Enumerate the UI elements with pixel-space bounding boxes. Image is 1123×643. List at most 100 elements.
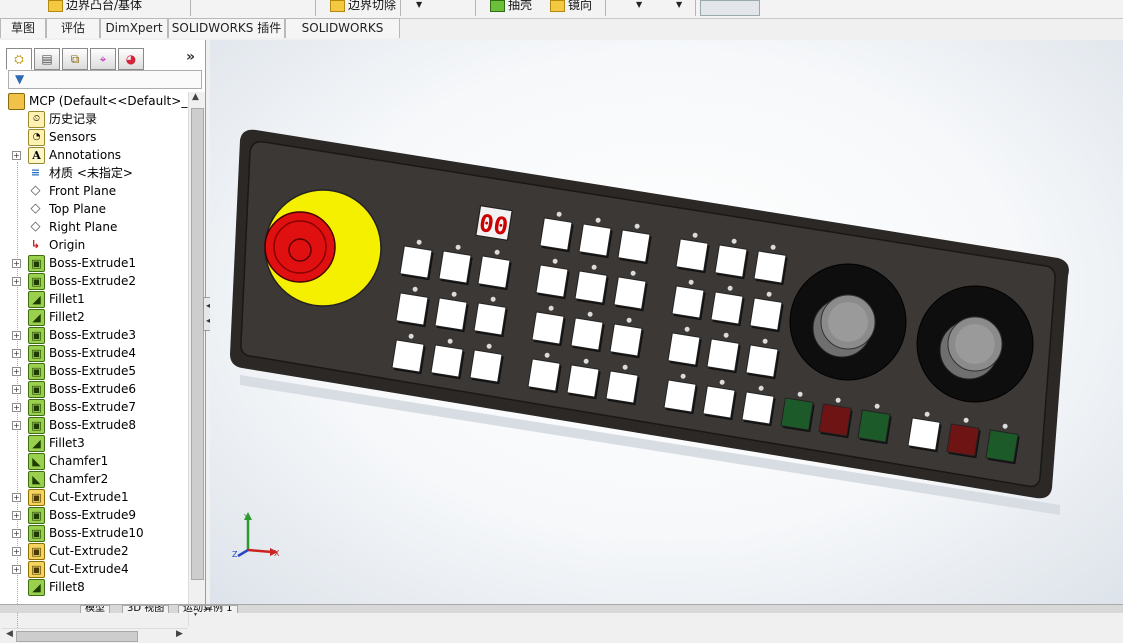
expand-toggle-icon[interactable]: +: [12, 349, 21, 358]
button-cap: [430, 344, 464, 378]
tree-item[interactable]: + ▣ Cut-Extrude4: [0, 560, 188, 578]
property-manager-tab[interactable]: ▤: [34, 48, 60, 70]
tree-item[interactable]: ◇ Front Plane: [0, 182, 188, 200]
tree-item[interactable]: + ▣ Boss-Extrude9: [0, 506, 188, 524]
ribbon-dropdown-arrow[interactable]: ▼: [636, 0, 642, 9]
display-manager-tab[interactable]: ◕: [118, 48, 144, 70]
tree-item[interactable]: + ▣ Boss-Extrude4: [0, 344, 188, 362]
tree-item-label: Cut-Extrude2: [49, 544, 129, 558]
tree-item[interactable]: + ▣ Boss-Extrude6: [0, 380, 188, 398]
tree-item[interactable]: + ▣ Boss-Extrude7: [0, 398, 188, 416]
tree-item[interactable]: ◔ Sensors: [0, 128, 188, 146]
configuration-manager-tab[interactable]: ⧉: [62, 48, 88, 70]
tree-item[interactable]: ◣ Chamfer2: [0, 470, 188, 488]
tree-filter-input[interactable]: ▼: [8, 70, 202, 89]
tree-item[interactable]: ⏲ 历史记录: [0, 110, 188, 128]
expand-toggle-icon[interactable]: +: [12, 403, 21, 412]
tree-item[interactable]: ◇ Top Plane: [0, 200, 188, 218]
tree-item[interactable]: + ▣ Boss-Extrude5: [0, 362, 188, 380]
button-cap: [570, 317, 604, 351]
tree-item[interactable]: ◢ Fillet2: [0, 308, 188, 326]
ribbon-separator: [695, 0, 696, 16]
feature-manager-tab[interactable]: ⛭: [6, 48, 32, 70]
knob-right[interactable]: [916, 285, 1034, 403]
tree-item[interactable]: ◇ Right Plane: [0, 218, 188, 236]
tree-item[interactable]: + ▣ Cut-Extrude2: [0, 542, 188, 560]
button-cap: [710, 291, 744, 325]
expand-toggle-icon[interactable]: +: [12, 331, 21, 340]
tree-item[interactable]: + ▣ Boss-Extrude3: [0, 326, 188, 344]
boss-extrude-icon: ▣: [28, 327, 45, 344]
button-cap: [702, 385, 736, 419]
expand-toggle-icon[interactable]: +: [12, 529, 21, 538]
ribbon-dropdown-arrow[interactable]: ▼: [416, 0, 422, 9]
expand-toggle-icon[interactable]: +: [12, 277, 21, 286]
tree-item-label: Boss-Extrude9: [49, 508, 136, 522]
button-cap: [473, 302, 507, 336]
scroll-thumb[interactable]: [16, 631, 138, 642]
tree-item[interactable]: ≡ 材质 <未指定>: [0, 164, 188, 182]
boss-extrude-icon: ▣: [28, 417, 45, 434]
sensor-icon: ◔: [28, 129, 45, 146]
tab-solidworks-mbd[interactable]: SOLIDWORKS MBD: [285, 18, 400, 54]
digital-display: 00: [475, 204, 513, 241]
shell-button[interactable]: 抽壳: [490, 0, 532, 14]
mirror-button[interactable]: 镜向: [550, 0, 592, 14]
tree-item-label: Fillet8: [49, 580, 85, 594]
annotation-icon: A: [28, 147, 45, 164]
scroll-up-icon[interactable]: ▲: [192, 92, 199, 102]
button-cap: [753, 250, 787, 284]
ribbon-toolbar: 边界凸台/基体 边界切除 ▼ 抽壳 镜向 ▼ ▼: [0, 0, 1123, 19]
model-viewport[interactable]: 00 Y X Z: [210, 40, 1123, 604]
configuration-manager-icon: ⧉: [70, 52, 80, 66]
tree-root-item[interactable]: MCP (Default<<Default>_D: [0, 92, 188, 110]
scroll-thumb[interactable]: [191, 108, 204, 580]
ribbon-dropdown-arrow[interactable]: ▼: [676, 0, 682, 9]
tree-item-label: Boss-Extrude7: [49, 400, 136, 414]
tree-item-label: 材质 <未指定>: [49, 166, 133, 180]
tree-item[interactable]: + ▣ Boss-Extrude2: [0, 272, 188, 290]
button-cap: [818, 403, 852, 437]
tree-item[interactable]: + A Annotations: [0, 146, 188, 164]
dimxpert-manager-tab[interactable]: ⌖: [90, 48, 116, 70]
tree-vertical-scrollbar[interactable]: ▲ ▼: [188, 92, 205, 626]
ribbon-command-box[interactable]: [700, 0, 760, 16]
tree-item[interactable]: ◢ Fillet3: [0, 434, 188, 452]
tree-item[interactable]: + ▣ Boss-Extrude1: [0, 254, 188, 272]
tab-sketch[interactable]: 草图: [0, 18, 46, 38]
more-tabs-button[interactable]: »: [186, 49, 195, 65]
cut-extrude-icon: ▣: [28, 543, 45, 560]
tree-item-label: Right Plane: [49, 220, 118, 234]
tab-evaluate[interactable]: 评估: [46, 18, 100, 38]
expand-toggle-icon[interactable]: +: [12, 547, 21, 556]
tree-item[interactable]: + ▣ Cut-Extrude1: [0, 488, 188, 506]
scroll-left-icon[interactable]: ◀: [6, 629, 13, 639]
expand-toggle-icon[interactable]: +: [12, 511, 21, 520]
expand-toggle-icon[interactable]: +: [12, 493, 21, 502]
button-cap: [671, 285, 705, 319]
tree-item[interactable]: ◢ Fillet1: [0, 290, 188, 308]
tree-item[interactable]: ◢ Fillet8: [0, 578, 188, 596]
expand-toggle-icon[interactable]: +: [12, 565, 21, 574]
expand-toggle-icon[interactable]: +: [12, 421, 21, 430]
tree-item[interactable]: ↳ Origin: [0, 236, 188, 254]
tab-dimxpert[interactable]: DimXpert: [100, 18, 168, 38]
expand-toggle-icon[interactable]: +: [12, 385, 21, 394]
knob-left[interactable]: [789, 263, 907, 381]
boundary-boss-button[interactable]: 边界凸台/基体: [48, 0, 142, 14]
expand-toggle-icon[interactable]: +: [12, 151, 21, 160]
shell-icon: [490, 0, 505, 12]
tree-horizontal-scrollbar[interactable]: ◀ ▶: [2, 628, 188, 643]
boss-extrude-icon: ▣: [28, 273, 45, 290]
graphics-area[interactable]: ⌕⌕↶◫✎▣▼◧▼◌▼◉❖▼▤▼ 00: [210, 40, 1123, 604]
tree-item[interactable]: + ▣ Boss-Extrude8: [0, 416, 188, 434]
tree-item-label: Boss-Extrude3: [49, 328, 136, 342]
tree-item[interactable]: + ▣ Boss-Extrude10: [0, 524, 188, 542]
expand-toggle-icon[interactable]: +: [12, 259, 21, 268]
boundary-cut-button[interactable]: 边界切除: [330, 0, 396, 14]
expand-toggle-icon[interactable]: +: [12, 367, 21, 376]
emergency-stop-button[interactable]: [264, 189, 382, 307]
tab-solidworks-addins[interactable]: SOLIDWORKS 插件: [168, 18, 285, 38]
scroll-right-icon[interactable]: ▶: [176, 629, 183, 639]
tree-item[interactable]: ◣ Chamfer1: [0, 452, 188, 470]
